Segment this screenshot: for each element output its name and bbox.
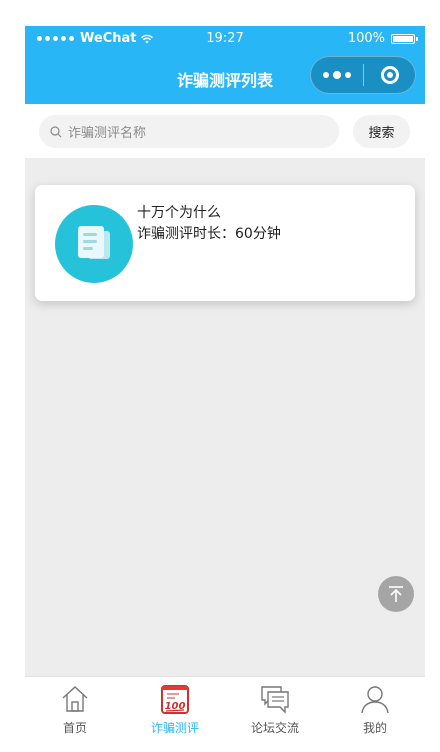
- user-icon: [361, 686, 389, 714]
- search-input[interactable]: 诈骗测评名称: [39, 115, 339, 148]
- more-dot-icon: [333, 71, 341, 79]
- search-icon: [50, 125, 62, 137]
- tab-label: 我的: [362, 721, 387, 735]
- back-to-top-button[interactable]: [378, 576, 414, 612]
- more-dot-icon: [323, 72, 329, 78]
- search-button[interactable]: 搜索: [353, 115, 410, 148]
- battery-status: 100%: [347, 31, 418, 46]
- tab-forum[interactable]: 论坛交流: [225, 677, 325, 736]
- phone-screen: WeChat 19:27 100% 诈骗测评列表 诈骗测评名称 搜索 十万个为什…: [25, 26, 425, 736]
- arrow-up-icon: [389, 586, 403, 602]
- more-dot-icon: [345, 72, 351, 78]
- battery-icon: [391, 33, 418, 44]
- document-icon: [55, 205, 133, 283]
- item-duration: 诈骗测评时长：60分钟: [137, 226, 281, 242]
- tab-fraud-test[interactable]: 100 诈骗测评: [125, 677, 225, 736]
- close-mini-program-button[interactable]: [364, 57, 415, 93]
- list-item[interactable]: 十万个为什么 诈骗测评时长：60分钟: [35, 185, 415, 301]
- target-icon: [380, 66, 399, 84]
- tab-mine[interactable]: 我的: [325, 677, 425, 736]
- tab-bar: 首页 100 诈骗测评 论坛交流 我的: [25, 676, 425, 736]
- mini-program-capsule: [310, 56, 416, 94]
- search-bar: 诈骗测评名称 搜索: [25, 104, 425, 158]
- score-100-icon: 100: [161, 685, 189, 714]
- tab-label: 诈骗测评: [150, 721, 199, 735]
- search-placeholder: 诈骗测评名称: [68, 126, 147, 141]
- item-title: 十万个为什么: [137, 205, 221, 221]
- tab-label: 首页: [62, 721, 87, 735]
- status-bar: WeChat 19:27 100%: [25, 26, 425, 52]
- tab-home[interactable]: 首页: [25, 677, 125, 736]
- battery-percent: 100%: [347, 31, 385, 46]
- more-options-button[interactable]: [311, 57, 363, 93]
- home-icon: [62, 686, 88, 712]
- nav-bar: 诈骗测评列表: [25, 52, 425, 104]
- chat-bubbles-icon: [261, 686, 289, 714]
- tab-label: 论坛交流: [250, 721, 299, 735]
